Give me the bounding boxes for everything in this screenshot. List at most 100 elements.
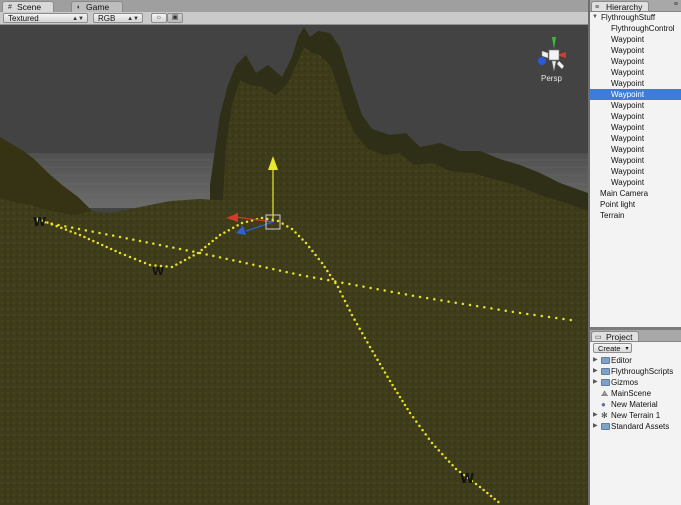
hierarchy-item[interactable]: Waypoint xyxy=(590,89,681,100)
tab-project[interactable]: ▭ Project xyxy=(591,331,640,342)
hierarchy-item[interactable]: Waypoint xyxy=(590,67,681,78)
project-item[interactable]: ⟁ MainScene xyxy=(590,388,681,399)
lighting-toggle-button[interactable]: ☼ xyxy=(151,13,167,23)
project-item[interactable]: ▶ ✻ New Terrain 1 xyxy=(590,410,681,421)
expand-triangle-icon[interactable]: ▶ xyxy=(593,377,598,388)
path-dot xyxy=(562,317,565,321)
waypoint-marker[interactable]: W xyxy=(33,215,46,229)
path-dot xyxy=(461,302,465,306)
path-dot xyxy=(408,411,412,415)
hierarchy-item[interactable]: Waypoint xyxy=(590,133,681,144)
terrain-icon: ✻ xyxy=(601,411,608,420)
path-dot xyxy=(415,420,418,423)
hierarchy-item[interactable]: Waypoint xyxy=(590,111,681,122)
hierarchy-item[interactable]: Point light xyxy=(590,199,681,210)
path-dot xyxy=(74,231,77,235)
expand-triangle-icon[interactable]: ▶ xyxy=(593,421,598,432)
path-dot xyxy=(231,226,235,230)
path-dot xyxy=(118,235,122,239)
path-dot xyxy=(188,256,191,259)
hierarchy-item[interactable]: Terrain xyxy=(590,210,681,221)
expand-triangle-icon[interactable]: ▼ xyxy=(592,12,598,23)
hierarchy-item[interactable]: Waypoint xyxy=(590,144,681,155)
hierarchy-item[interactable]: Waypoint xyxy=(590,34,681,45)
image-toggle-button[interactable]: ▣ xyxy=(167,13,183,23)
path-dot xyxy=(424,433,427,436)
scene-toolbar: Textured ▲▼ RGB ▲▼ ☼ ▣ xyxy=(0,12,588,25)
tab-scene[interactable]: # Scene xyxy=(2,1,54,12)
path-dot xyxy=(98,231,101,235)
create-label: Create xyxy=(598,344,621,353)
path-dot xyxy=(192,250,195,253)
project-item[interactable]: ▶ Gizmos xyxy=(590,377,681,388)
path-dot xyxy=(311,249,314,253)
hierarchy-panel: ≡ Hierarchy ≡ ▼ FlythroughStuff Flythrough… xyxy=(590,0,681,327)
path-dot xyxy=(105,245,108,249)
create-button[interactable]: Create ▾ xyxy=(593,343,632,353)
path-dot xyxy=(323,265,326,269)
project-item[interactable]: ▶ Standard Assets xyxy=(590,421,681,432)
path-dot xyxy=(204,245,207,249)
path-dot xyxy=(276,219,280,223)
hierarchy-item[interactable]: Waypoint xyxy=(590,122,681,133)
tab-scene-label: Scene xyxy=(17,2,42,12)
path-dot xyxy=(518,311,522,315)
path-dot xyxy=(258,264,262,268)
path-dot xyxy=(64,225,67,228)
path-dot xyxy=(353,318,356,321)
hierarchy-item[interactable]: Waypoint xyxy=(590,78,681,89)
panel-menu-icon[interactable]: ≡ xyxy=(674,1,678,8)
expand-triangle-icon[interactable]: ▶ xyxy=(593,366,598,377)
hierarchy-item[interactable]: Waypoint xyxy=(590,166,681,177)
tab-hierarchy[interactable]: ≡ Hierarchy xyxy=(591,1,650,12)
path-dot xyxy=(397,291,401,295)
hierarchy-item[interactable]: Waypoint xyxy=(590,177,681,188)
hierarchy-title: Hierarchy xyxy=(606,2,643,12)
hierarchy-item[interactable]: Waypoint xyxy=(590,100,681,111)
path-dot xyxy=(252,263,255,266)
project-item[interactable]: ● New Material xyxy=(590,399,681,410)
path-dot xyxy=(152,242,155,245)
path-dot xyxy=(362,285,365,288)
path-dot xyxy=(212,254,215,258)
project-item-label: New Terrain 1 xyxy=(611,411,661,420)
path-dot xyxy=(96,241,100,245)
color-mode-dropdown[interactable]: RGB ▲▼ xyxy=(93,13,143,23)
hierarchy-item[interactable]: Waypoint xyxy=(590,155,681,166)
hierarchy-item[interactable]: FlythroughControl xyxy=(590,23,681,34)
project-item[interactable]: ▶ Editor xyxy=(590,355,681,366)
project-item-label: MainScene xyxy=(611,389,652,398)
tab-game[interactable]: ◐ Game xyxy=(71,1,123,12)
waypoint-marker[interactable]: W xyxy=(460,472,474,487)
path-dot xyxy=(312,276,316,279)
hierarchy-item[interactable]: Main Camera xyxy=(590,188,681,199)
path-dot xyxy=(493,497,496,501)
hierarchy-item-label: Waypoint xyxy=(611,167,645,176)
path-dot xyxy=(70,226,74,229)
path-dot xyxy=(511,310,515,314)
scene-tab-icon: # xyxy=(8,4,12,11)
hierarchy-item[interactable]: Waypoint xyxy=(590,45,681,56)
path-dot xyxy=(125,237,128,240)
expand-triangle-icon[interactable]: ▶ xyxy=(593,410,598,421)
path-dot xyxy=(569,318,572,322)
scene-viewport[interactable]: W W W Persp xyxy=(0,25,588,505)
orientation-gizmo[interactable]: Persp xyxy=(532,33,576,85)
path-dot xyxy=(489,494,493,498)
path-dot xyxy=(411,294,415,297)
path-dot xyxy=(50,223,54,226)
hierarchy-item-label: Waypoint xyxy=(611,68,645,77)
expand-triangle-icon[interactable]: ▶ xyxy=(593,355,598,366)
path-dot xyxy=(132,238,135,241)
path-dot xyxy=(341,295,344,298)
hierarchy-item-label: Waypoint xyxy=(611,101,645,110)
projection-label[interactable]: Persp xyxy=(541,74,562,83)
hierarchy-item[interactable]: ▼ FlythroughStuff xyxy=(590,12,681,23)
project-item[interactable]: ▶ FlythroughScripts xyxy=(590,366,681,377)
hierarchy-item[interactable]: Waypoint xyxy=(590,56,681,67)
hierarchy-list: ▼ FlythroughStuff FlythroughControl Waypoin… xyxy=(590,12,681,327)
render-mode-dropdown[interactable]: Textured ▲▼ xyxy=(3,13,88,23)
hierarchy-item-label: Waypoint xyxy=(611,178,645,187)
waypoint-marker[interactable]: W xyxy=(152,265,164,278)
path-dot xyxy=(165,265,168,268)
